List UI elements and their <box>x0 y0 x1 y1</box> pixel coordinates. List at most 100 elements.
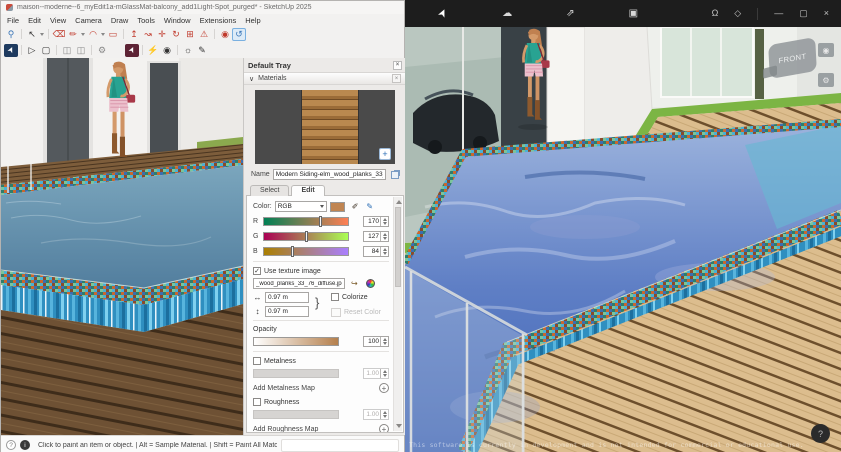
spin-down[interactable] <box>381 252 388 257</box>
menu-extensions[interactable]: Extensions <box>200 16 237 25</box>
omni-light-tool[interactable]: ☼ <box>181 44 195 57</box>
menu-tools[interactable]: Tools <box>137 16 155 25</box>
spin-down[interactable] <box>381 237 388 242</box>
info-icon[interactable]: i <box>20 440 30 450</box>
viewport-render-button[interactable]: ◫ <box>60 44 74 57</box>
spot-light-tool[interactable]: ✎ <box>195 44 209 57</box>
tab-select[interactable]: Select <box>250 185 290 196</box>
pushpull-tool[interactable]: ↥ <box>127 28 141 41</box>
slider-handle[interactable] <box>319 216 323 227</box>
menu-camera[interactable]: Camera <box>75 16 102 25</box>
eraser-tool[interactable]: ⌫ <box>52 28 66 41</box>
current-color-swatch[interactable] <box>329 201 345 212</box>
maximize-button[interactable]: ▢ <box>799 9 808 18</box>
move-tool[interactable]: ✛ <box>155 28 169 41</box>
viewport-camera-button[interactable]: ◉ <box>818 43 834 57</box>
texture-file-input[interactable] <box>253 278 345 289</box>
opacity-spinner[interactable]: 100 <box>363 336 389 347</box>
menu-draw[interactable]: Draw <box>111 16 129 25</box>
menu-view[interactable]: View <box>50 16 66 25</box>
followme-tool[interactable]: ↝ <box>141 28 155 41</box>
close-button[interactable]: × <box>824 9 829 18</box>
help-button[interactable]: ? <box>811 424 830 443</box>
arc-tool[interactable]: ◠ <box>86 28 100 41</box>
render-settings-button[interactable]: ⚙ <box>95 44 109 57</box>
look-around-tool[interactable]: ◉ <box>218 28 232 41</box>
scrollbar-thumb[interactable] <box>395 207 401 287</box>
rotate-tool[interactable]: ↻ <box>169 28 183 41</box>
material-preview[interactable]: + <box>255 90 395 164</box>
select-tool[interactable]: ↖ <box>25 28 39 41</box>
measurements-box[interactable] <box>281 438 399 452</box>
texture-height-input[interactable] <box>265 306 309 317</box>
tray-scrollbar[interactable] <box>393 197 402 431</box>
add-roughness-map-button[interactable]: + <box>379 424 389 432</box>
red-slider[interactable] <box>263 216 349 227</box>
tab-edit[interactable]: Edit <box>291 185 325 196</box>
spin-down[interactable] <box>381 342 388 347</box>
ies-light-tool[interactable]: ⚡ <box>146 44 160 57</box>
texture-width-input[interactable] <box>265 292 309 303</box>
duplicate-material-icon[interactable] <box>391 170 399 179</box>
render-stop-button[interactable]: ▢ <box>39 44 53 57</box>
roughness-checkbox[interactable] <box>253 398 261 406</box>
blue-slider[interactable] <box>263 246 349 257</box>
reset-color-button[interactable]: Reset Color <box>344 309 381 316</box>
orbit-tool[interactable]: ↺ <box>232 27 246 41</box>
viewport-settings-button[interactable]: ⚙ <box>818 73 834 87</box>
vray-titlebar[interactable]: ➤ ☁ ⇗ ▣ Ω ◇ — ▢ × <box>405 0 841 27</box>
match-screen-color-icon[interactable]: ✎ <box>366 202 373 211</box>
color-wheel-icon[interactable] <box>365 279 375 288</box>
geolocation-icon[interactable]: ? <box>6 440 16 450</box>
modeling-viewport[interactable] <box>1 58 243 435</box>
opacity-slider[interactable] <box>253 337 339 346</box>
minimize-button[interactable]: — <box>774 9 783 18</box>
tray-close-button[interactable]: × <box>393 60 402 70</box>
snapshot-icon[interactable]: ▣ <box>629 8 638 19</box>
materials-section-header[interactable]: ∨ Materials × <box>244 72 406 85</box>
account-icon[interactable]: Ω <box>712 9 719 18</box>
red-spinner[interactable]: 170 <box>363 216 389 227</box>
spin-down[interactable] <box>381 222 388 227</box>
dome-light-tool[interactable]: ◉ <box>160 44 174 57</box>
green-slider[interactable] <box>263 231 349 242</box>
sketchup-titlebar[interactable]: maison--moderne--6_myEdit1a-mGlassMat-ba… <box>1 1 404 14</box>
export-icon[interactable]: ⇗ <box>566 8 574 19</box>
menu-help[interactable]: Help <box>245 16 260 25</box>
scroll-up-arrow[interactable] <box>396 200 402 204</box>
browse-texture-icon[interactable]: ↪ <box>351 279 358 288</box>
pencil-tool[interactable]: ✏ <box>66 28 80 41</box>
blue-spinner[interactable]: 84 <box>363 246 389 257</box>
scroll-down-arrow[interactable] <box>396 424 402 428</box>
rectangle-tool[interactable]: ▭ <box>106 28 120 41</box>
slider-handle[interactable] <box>305 231 309 242</box>
use-texture-checkbox[interactable]: ✓ <box>253 267 261 275</box>
menu-file[interactable]: File <box>7 16 19 25</box>
zoom-tool[interactable]: ⚲ <box>4 28 18 41</box>
add-metalness-map-button[interactable]: + <box>379 383 389 393</box>
chevron-down-icon[interactable] <box>101 32 105 36</box>
lock-aspect-icon[interactable]: } <box>315 295 319 310</box>
chevron-down-icon[interactable]: ∨ <box>249 75 254 83</box>
vray-lights-button[interactable]: ➤ <box>125 43 139 57</box>
slider-handle[interactable] <box>290 246 294 257</box>
batch-render-button[interactable]: ◫ <box>74 44 88 57</box>
match-object-color-icon[interactable]: ✐ <box>352 202 359 211</box>
green-spinner[interactable]: 127 <box>363 231 389 242</box>
metalness-checkbox[interactable] <box>253 357 261 365</box>
cloud-icon[interactable]: ☁ <box>502 8 512 19</box>
render-viewport[interactable]: FRONT ◉ ⚙ This software is currently in … <box>405 27 841 452</box>
chevron-down-icon[interactable] <box>81 32 85 36</box>
menu-window[interactable]: Window <box>164 16 191 25</box>
materials-close-button[interactable]: × <box>392 74 401 83</box>
material-name-input[interactable] <box>272 169 386 180</box>
color-space-select[interactable]: RGB <box>274 201 327 212</box>
render-play-button[interactable]: ▷ <box>25 44 39 57</box>
add-material-button[interactable]: + <box>379 148 391 160</box>
chevron-down-icon[interactable] <box>40 32 44 36</box>
warning-icon[interactable]: ⚠ <box>197 28 211 41</box>
menu-edit[interactable]: Edit <box>28 16 41 25</box>
vray-asset-editor-button[interactable]: ➤ <box>4 43 18 57</box>
scale-tool[interactable]: ⊞ <box>183 28 197 41</box>
colorize-checkbox[interactable] <box>331 293 339 301</box>
